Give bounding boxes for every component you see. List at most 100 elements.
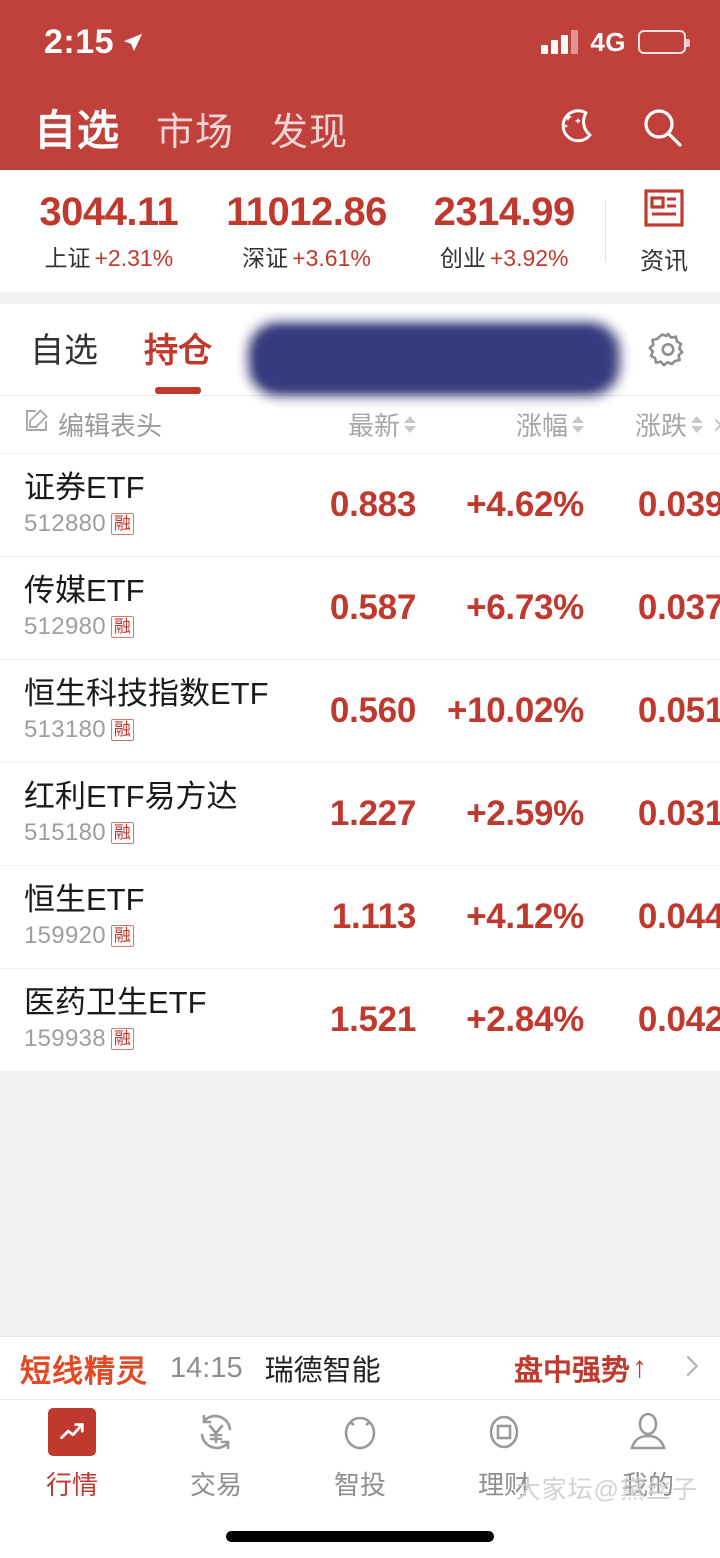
index-item-shenzheng[interactable]: 11012.86 深证 +3.61%: [208, 190, 406, 273]
header-tab-zixuan[interactable]: 自选: [34, 97, 120, 158]
index-sub: 上证 +2.31%: [45, 239, 174, 273]
header-tabs: 自选 市场 发现: [34, 97, 552, 158]
index-name: 上证: [44, 244, 91, 271]
margin-badge: 融: [110, 1028, 134, 1051]
header-actions: [552, 103, 686, 151]
last-price: 0.587: [329, 588, 416, 627]
status-bar: 2:15 4G: [0, 0, 720, 84]
column-label: 涨跌: [634, 411, 687, 441]
index-item-shangzheng[interactable]: 3044.11 上证 +2.31%: [10, 190, 208, 273]
chevron-right-icon[interactable]: [683, 1353, 700, 1384]
table-row[interactable]: 红利ETF易方达 515180 融 1.227 +2.59% 0.031: [0, 763, 720, 866]
nav-label: 智投: [333, 1470, 386, 1500]
status-bar-right: 4G: [541, 26, 690, 58]
margin-badge: 融: [110, 719, 134, 742]
redaction-overlay-inner: [256, 328, 608, 390]
user-person-icon: [624, 1408, 672, 1456]
sub-tab-chicang[interactable]: 持仓: [144, 323, 212, 376]
change-percent: +2.59%: [466, 794, 584, 833]
change-amount: 0.039: [637, 485, 720, 524]
table-row[interactable]: 证券ETF 512880 融 0.883 +4.62% 0.039: [0, 454, 720, 557]
watermark: 大家坛@黛丝子: [515, 1476, 698, 1504]
index-item-chuangye[interactable]: 2314.99 创业 +3.92%: [405, 190, 603, 273]
index-sub: 创业 +3.92%: [440, 239, 569, 273]
home-indicator-area: [0, 1510, 720, 1558]
app-header: 自选 市场 发现: [0, 84, 720, 170]
section-divider: [0, 292, 720, 304]
stock-name: 恒生ETF: [24, 881, 145, 917]
table-row[interactable]: 传媒ETF 512980 融 0.587 +6.73% 0.037: [0, 557, 720, 660]
change-percent: +4.62%: [466, 485, 584, 524]
index-value: 2314.99: [433, 189, 576, 234]
row-code-line: 512880 融: [24, 510, 292, 538]
ticker-bar[interactable]: 短线精灵 14:15 瑞德智能 盘中强势 ↑: [0, 1336, 720, 1400]
gear-icon: [648, 332, 684, 366]
empty-list-area: [0, 1072, 720, 1336]
column-header-last[interactable]: 最新: [292, 406, 416, 443]
ticker-stock-name: 瑞德智能: [264, 1355, 381, 1387]
stock-code: 159938: [24, 1025, 106, 1053]
last-price: 0.883: [329, 485, 416, 524]
column-header-change-pct[interactable]: 涨幅: [416, 406, 584, 443]
row-code-line: 512980 融: [24, 613, 292, 641]
news-document-icon: [642, 186, 686, 235]
location-arrow-icon: [122, 31, 144, 53]
margin-badge: 融: [110, 513, 134, 536]
row-code-line: 513180 融: [24, 716, 292, 744]
index-bar: 3044.11 上证 +2.31% 11012.86 深证 +3.61% 2314.…: [0, 170, 720, 292]
chevron-right-icon[interactable]: [713, 409, 720, 440]
settings-button[interactable]: [646, 328, 690, 372]
news-label: 资讯: [640, 248, 688, 275]
margin-badge: 融: [110, 925, 134, 948]
stock-name: 医药卫生ETF: [24, 984, 207, 1020]
search-icon[interactable]: [638, 103, 686, 151]
moon-stars-icon[interactable]: [552, 103, 600, 151]
last-price: 1.521: [329, 1000, 416, 1039]
news-button[interactable]: 资讯: [608, 186, 720, 276]
last-price: 0.560: [329, 691, 416, 730]
status-bar-left: 2:15: [44, 23, 144, 62]
row-identity: 证券ETF 512880 融: [24, 469, 292, 539]
column-header-change[interactable]: 涨跌: [584, 406, 720, 443]
table-row[interactable]: 恒生ETF 159920 融 1.113 +4.12% 0.044: [0, 866, 720, 969]
header-tab-faxian[interactable]: 发现: [270, 101, 348, 156]
ticker-brand: 短线精灵: [20, 1353, 148, 1389]
nav-item-zhitou[interactable]: 智投: [288, 1408, 432, 1502]
index-name: 深证: [242, 244, 289, 271]
stock-code: 512980: [24, 613, 106, 641]
change-amount: 0.031: [637, 794, 720, 833]
stock-name: 恒生科技指数ETF: [24, 675, 269, 711]
sort-arrows-icon: [691, 416, 703, 433]
network-type-label: 4G: [590, 26, 626, 57]
stock-code: 159920: [24, 922, 106, 950]
watchlist-table: 证券ETF 512880 融 0.883 +4.62% 0.039 传媒ETF …: [0, 454, 720, 1072]
stock-name: 红利ETF易方达: [24, 778, 238, 814]
column-label: 涨幅: [515, 411, 568, 441]
stock-code: 515180: [24, 819, 106, 847]
yuan-exchange-icon: [192, 1408, 240, 1456]
trend-chart-icon: [48, 1408, 96, 1456]
row-code-line: 515180 融: [24, 819, 292, 847]
table-row[interactable]: 医药卫生ETF 159938 融 1.521 +2.84% 0.042: [0, 969, 720, 1072]
stock-name: 传媒ETF: [24, 572, 145, 608]
divider: [605, 200, 606, 262]
change-amount: 0.044: [637, 897, 720, 936]
home-indicator[interactable]: [226, 1531, 494, 1542]
index-list: 3044.11 上证 +2.31% 11012.86 深证 +3.61% 2314.…: [10, 190, 603, 273]
edit-header-button[interactable]: 编辑表头: [24, 406, 292, 443]
table-row[interactable]: 恒生科技指数ETF 513180 融 0.560 +10.02% 0.051: [0, 660, 720, 763]
index-value: 11012.86: [226, 189, 387, 234]
signal-bars-icon: [541, 30, 579, 54]
index-change: +3.61%: [292, 244, 371, 271]
nav-item-jiaoyi[interactable]: 交易: [144, 1408, 288, 1502]
row-identity: 传媒ETF 512980 融: [24, 572, 292, 642]
stock-name: 证券ETF: [24, 469, 145, 505]
nav-label: 交易: [189, 1470, 242, 1500]
nav-item-hangqing[interactable]: 行情: [0, 1408, 144, 1502]
status-time: 2:15: [44, 22, 115, 61]
margin-badge: 融: [110, 616, 134, 639]
header-tab-shichang[interactable]: 市场: [156, 101, 234, 156]
edit-pencil-icon: [24, 408, 50, 441]
column-label: 最新: [347, 411, 400, 441]
sub-tab-zixuan[interactable]: 自选: [30, 323, 98, 376]
